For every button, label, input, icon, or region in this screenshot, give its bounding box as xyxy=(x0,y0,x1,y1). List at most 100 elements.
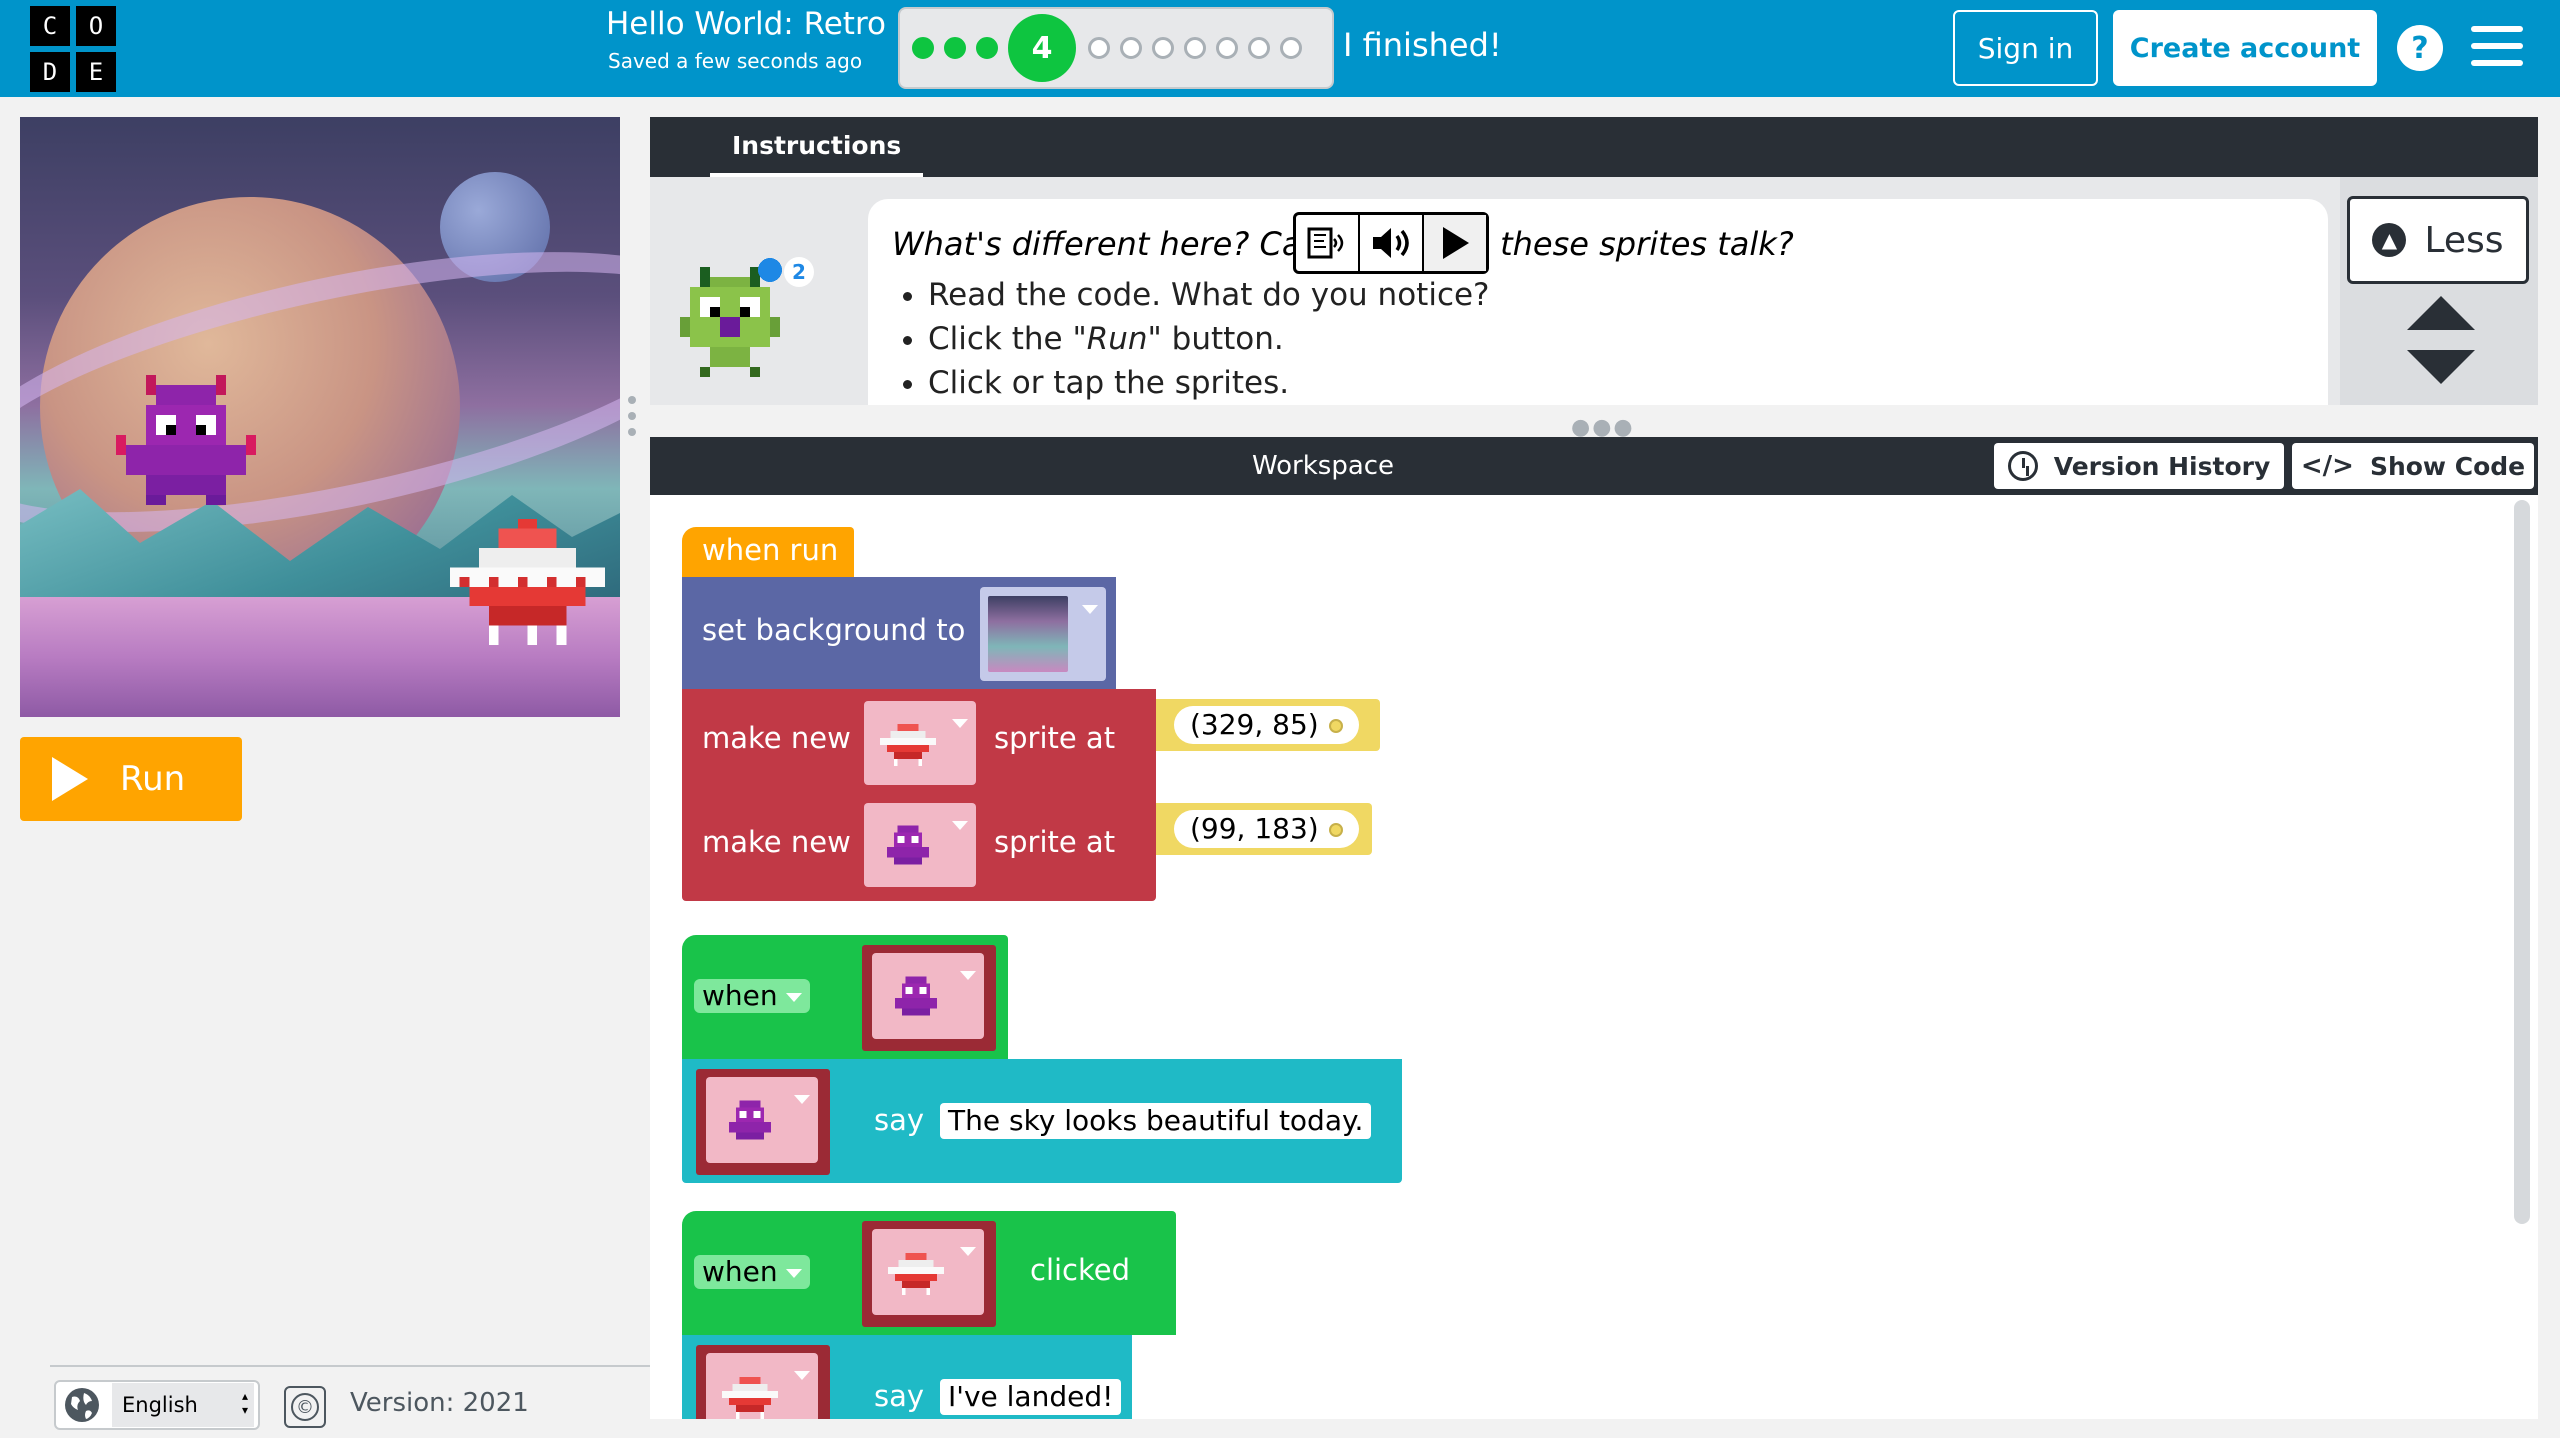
logo-letter-d: D xyxy=(30,52,70,92)
coordinate-value[interactable]: (99, 183) xyxy=(1174,810,1359,848)
say-text-input[interactable]: I've landed! xyxy=(940,1379,1122,1415)
footer-divider xyxy=(50,1365,650,1367)
coordinate-text: (329, 85) xyxy=(1190,708,1319,741)
clicked-label: clicked xyxy=(1030,1253,1131,1287)
say-label: say xyxy=(874,1379,925,1413)
level-dot-7[interactable] xyxy=(1152,37,1174,59)
instructions-header: Instructions xyxy=(650,117,2538,177)
scroll-up-icon[interactable] xyxy=(2407,296,2475,330)
show-code-button[interactable]: </> Show Code xyxy=(2292,443,2534,489)
make-new-sprite-block[interactable]: make new sprite at xyxy=(682,689,1156,793)
instruction-text: Click or tap the sprites. xyxy=(928,365,1290,401)
level-dot-9[interactable] xyxy=(1216,37,1238,59)
level-dot-5[interactable] xyxy=(1088,37,1110,59)
when-sprite-clicked-block[interactable]: when clicked xyxy=(682,935,1130,1059)
sprite-at-label: sprite at xyxy=(994,825,1116,859)
location-pin-icon xyxy=(1328,823,1343,837)
instructions-bubble: What's different here? Can you make thes… xyxy=(868,199,2328,405)
panel-resize-handle[interactable] xyxy=(628,396,640,436)
globe-icon xyxy=(65,1388,99,1422)
instruction-list: Read the code. What do you notice? Click… xyxy=(928,277,1490,405)
sprite-picker-ufo[interactable] xyxy=(872,1229,984,1315)
level-progress: 4 xyxy=(898,7,1334,89)
clicked-label: clicked xyxy=(1030,977,1131,1011)
saved-status: Saved a few seconds ago xyxy=(608,49,863,73)
instruction-text: button. xyxy=(1161,321,1284,357)
sprite-picker-ufo[interactable] xyxy=(864,701,976,785)
coordinate-value[interactable]: (329, 85) xyxy=(1174,706,1359,744)
when-sprite-clicked-block[interactable]: when clicked xyxy=(682,1211,1176,1335)
background-thumbnail xyxy=(988,596,1068,672)
chevron-up-circle-icon: ▲ xyxy=(2372,223,2407,257)
ufo-icon xyxy=(722,1376,778,1419)
current-level-bubble[interactable]: 4 xyxy=(1008,14,1076,82)
make-new-label: make new xyxy=(702,721,851,755)
coordinate-block[interactable]: (99, 183) xyxy=(1156,803,1372,855)
workspace-header: Workspace Version History </> Show Code xyxy=(650,437,2538,495)
purple-alien-icon xyxy=(886,825,930,865)
say-block[interactable]: say I've landed! xyxy=(682,1335,1132,1419)
help-icon[interactable]: ? xyxy=(2397,25,2443,71)
when-dropdown[interactable]: when xyxy=(694,979,810,1013)
scroll-down-icon[interactable] xyxy=(2407,350,2475,384)
instruction-text: Click the xyxy=(928,321,1073,357)
logo-letter-c: C xyxy=(30,6,70,46)
immersive-reader-icon[interactable] xyxy=(1296,215,1360,271)
game-stage[interactable] xyxy=(20,117,620,717)
version-history-button[interactable]: Version History xyxy=(1994,443,2284,489)
code-org-logo[interactable]: C O D E xyxy=(30,6,116,92)
chevron-down-icon xyxy=(794,1095,810,1104)
collapse-instructions-button[interactable]: ▲ Less xyxy=(2347,196,2529,284)
level-dot-10[interactable] xyxy=(1248,37,1270,59)
chevron-down-icon xyxy=(960,1247,976,1256)
chevron-down-icon xyxy=(952,719,968,728)
instruction-item: Click or tap the sprites. xyxy=(928,365,1490,401)
level-dot-3[interactable] xyxy=(976,37,998,59)
level-dot-8[interactable] xyxy=(1184,37,1206,59)
level-dot-1[interactable] xyxy=(912,37,934,59)
ufo-sprite[interactable] xyxy=(450,517,605,647)
sprite-picker-alien[interactable] xyxy=(864,803,976,887)
audio-controls xyxy=(1293,212,1489,274)
make-new-sprite-block[interactable]: make new sprite at xyxy=(682,793,1156,901)
workspace-scrollbar[interactable] xyxy=(2514,500,2530,1224)
purple-alien-sprite[interactable] xyxy=(116,375,256,505)
background-picker[interactable] xyxy=(980,587,1106,681)
coordinate-block[interactable]: (329, 85) xyxy=(1156,699,1380,751)
sprite-picker-alien[interactable] xyxy=(706,1077,818,1163)
level-dot-11[interactable] xyxy=(1280,37,1302,59)
when-run-block[interactable]: when run xyxy=(682,527,854,577)
show-code-label: Show Code xyxy=(2369,451,2526,481)
sprite-picker-alien[interactable] xyxy=(872,953,984,1039)
speaker-icon[interactable] xyxy=(1360,215,1424,271)
language-selector[interactable]: English xyxy=(54,1380,260,1430)
blockly-workspace[interactable]: when run set background to make new spri… xyxy=(650,495,2538,1419)
copyright-icon: © xyxy=(291,1393,319,1421)
location-pin-icon xyxy=(1328,719,1343,733)
level-dot-2[interactable] xyxy=(944,37,966,59)
when-dropdown[interactable]: when xyxy=(694,1255,810,1289)
finished-link[interactable]: I finished! xyxy=(1343,26,1502,64)
sign-in-button[interactable]: Sign in xyxy=(1953,10,2098,86)
tab-instructions[interactable]: Instructions xyxy=(710,117,924,177)
purple-alien-icon xyxy=(728,1100,772,1140)
hamburger-icon[interactable] xyxy=(2471,26,2523,66)
code-brackets-icon: </> xyxy=(2300,451,2354,481)
bee-character-icon xyxy=(680,258,782,377)
language-dropdown[interactable]: English xyxy=(112,1383,254,1427)
create-account-button[interactable]: Create account xyxy=(2113,10,2377,86)
instruction-run-emphasis: "Run" xyxy=(1072,321,1162,357)
play-audio-icon[interactable] xyxy=(1424,215,1486,271)
say-block[interactable]: say The sky looks beautiful today. xyxy=(682,1059,1402,1183)
run-label: Run xyxy=(120,759,186,799)
hint-count-badge[interactable]: 2 xyxy=(784,257,814,287)
less-label: Less xyxy=(2424,219,2504,261)
ufo-icon xyxy=(888,1252,944,1295)
sprite-picker-ufo[interactable] xyxy=(706,1353,818,1419)
say-text-input[interactable]: The sky looks beautiful today. xyxy=(940,1103,1372,1139)
logo-letter-o: O xyxy=(76,6,116,46)
level-dot-6[interactable] xyxy=(1120,37,1142,59)
set-background-block[interactable]: set background to xyxy=(682,577,1116,689)
copyright-button[interactable]: © xyxy=(284,1386,326,1428)
run-button[interactable]: Run xyxy=(20,737,242,821)
